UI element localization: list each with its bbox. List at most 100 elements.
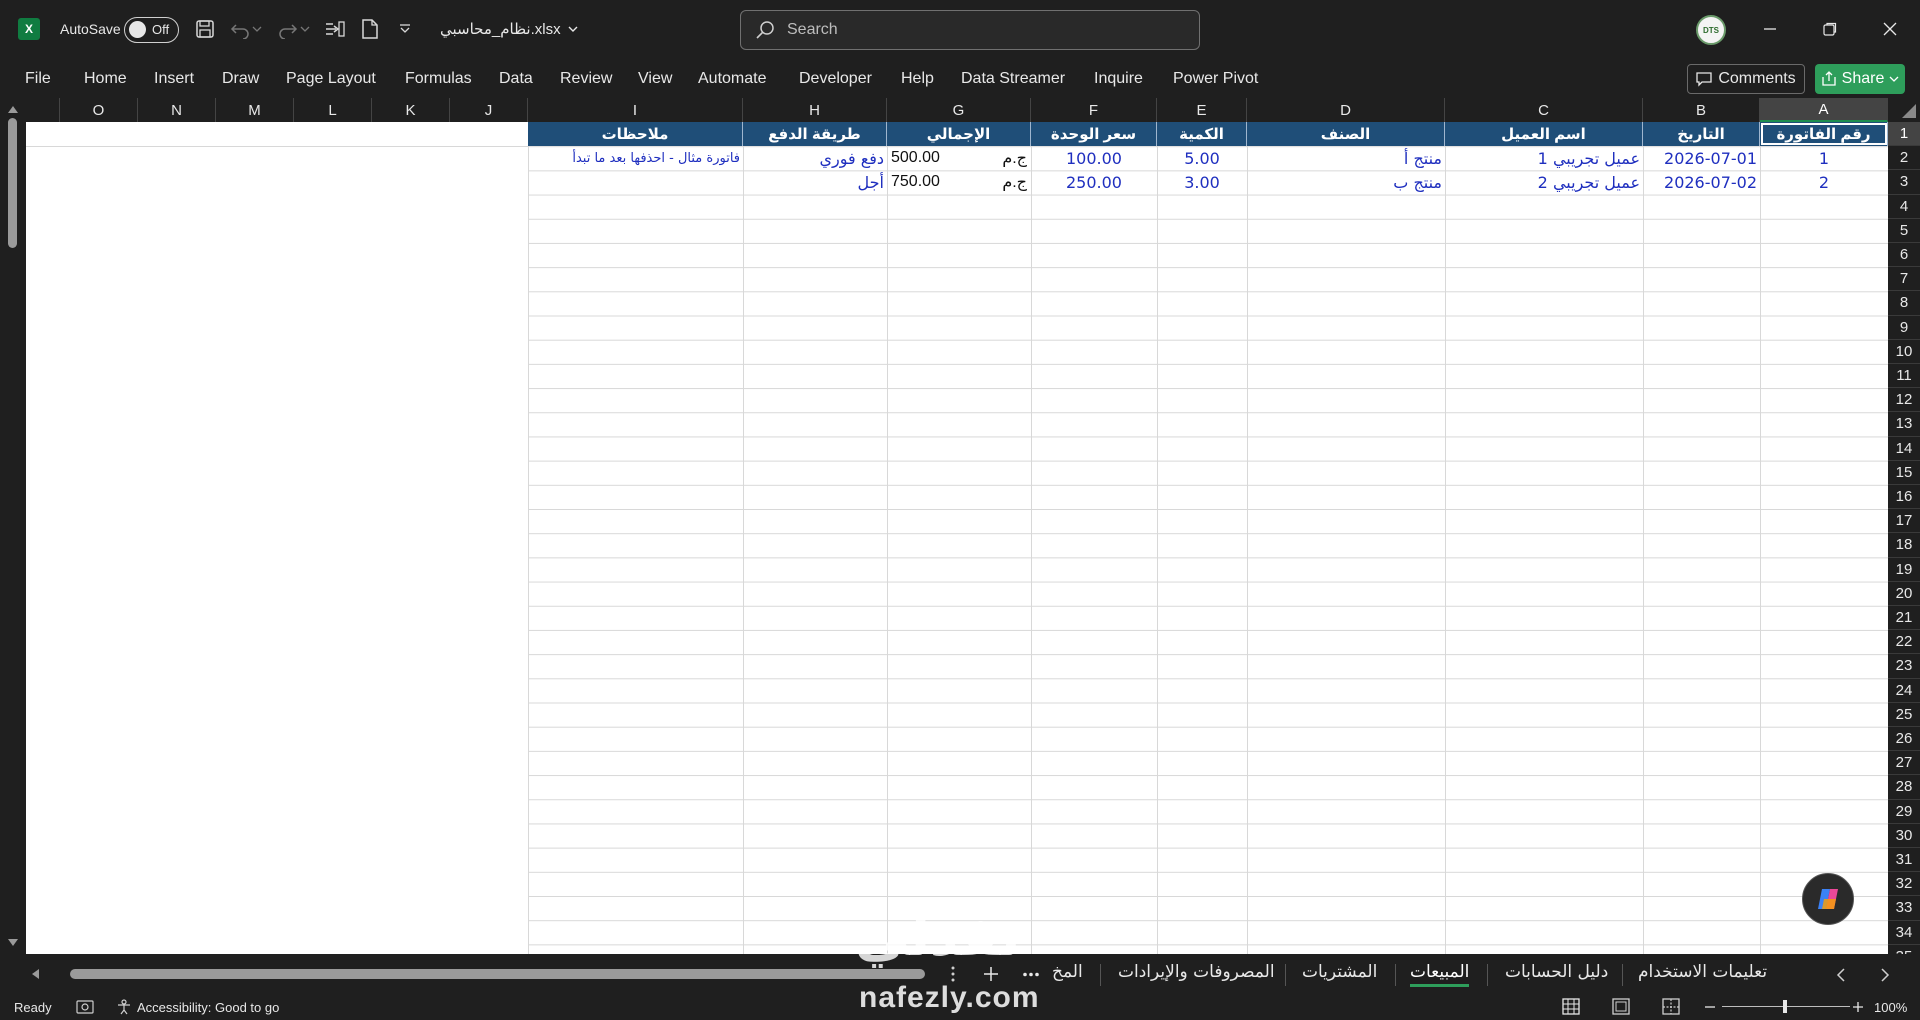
header-cell-customer-name[interactable]: اسم العميل: [1445, 122, 1643, 146]
close-icon[interactable]: [1875, 14, 1905, 44]
row-header[interactable]: 11: [1888, 364, 1920, 389]
row-header[interactable]: 17: [1888, 509, 1920, 534]
sheet-tab-expenses-revenues[interactable]: المصروفات والإيرادات: [1118, 962, 1275, 982]
cell-total-row-2[interactable]: 500.00 ج.م: [887, 146, 1031, 170]
row-header[interactable]: 19: [1888, 557, 1920, 582]
column-header-o[interactable]: O: [60, 98, 138, 122]
search-input[interactable]: Search: [740, 10, 1200, 50]
undo-dropdown-icon[interactable]: [250, 17, 264, 41]
row-header[interactable]: 23: [1888, 654, 1920, 679]
column-header-i[interactable]: I: [528, 98, 743, 122]
menu-developer[interactable]: Developer: [799, 70, 872, 88]
row-header[interactable]: 4: [1888, 194, 1920, 219]
comments-button[interactable]: Comments: [1687, 64, 1805, 94]
cell-date-row-2[interactable]: 2026-07-01: [1643, 146, 1760, 170]
row-header[interactable]: 21: [1888, 606, 1920, 631]
menu-data[interactable]: Data: [499, 70, 533, 88]
row-header[interactable]: 29: [1888, 799, 1920, 824]
row-header[interactable]: 33: [1888, 896, 1920, 921]
row-header[interactable]: 32: [1888, 872, 1920, 897]
zoom-slider-handle[interactable]: [1783, 1000, 1787, 1013]
row-header[interactable]: 9: [1888, 315, 1920, 340]
file-name[interactable]: نظام_محاسبي.xlsx: [440, 20, 579, 38]
row-header[interactable]: 26: [1888, 727, 1920, 752]
cell-quantity-row-3[interactable]: 3.00: [1157, 170, 1247, 194]
menu-help[interactable]: Help: [901, 70, 934, 88]
horizontal-scroll-thumb[interactable]: [70, 969, 925, 979]
column-header-b[interactable]: B: [1643, 98, 1760, 122]
minimize-icon[interactable]: [1755, 14, 1785, 44]
header-cell-unit-price[interactable]: سعر الوحدة: [1031, 122, 1157, 146]
row-header[interactable]: 18: [1888, 533, 1920, 558]
copilot-button[interactable]: [1802, 873, 1854, 925]
row-header[interactable]: 5: [1888, 218, 1920, 243]
restore-icon[interactable]: [1815, 14, 1845, 44]
cell-quantity-row-2[interactable]: 5.00: [1157, 146, 1247, 170]
row-header[interactable]: 16: [1888, 485, 1920, 510]
cell-item-row-3[interactable]: منتج ب: [1247, 170, 1445, 194]
column-header-m[interactable]: M: [216, 98, 294, 122]
menu-review[interactable]: Review: [560, 70, 612, 88]
row-header[interactable]: 13: [1888, 412, 1920, 437]
menu-draw[interactable]: Draw: [222, 70, 259, 88]
row-header[interactable]: 1: [1888, 122, 1920, 147]
sheet-tab-truncated[interactable]: المخ: [1052, 962, 1083, 982]
header-cell-date[interactable]: التاريخ: [1643, 122, 1760, 146]
redo-dropdown-icon[interactable]: [298, 17, 312, 41]
row-header[interactable]: 3: [1888, 170, 1920, 195]
menu-automate[interactable]: Automate: [698, 70, 766, 88]
cell-customer-row-3[interactable]: عميل تجريبي 2: [1445, 170, 1643, 194]
header-cell-payment-method[interactable]: طريقة الدفع: [743, 122, 887, 146]
row-header[interactable]: 31: [1888, 848, 1920, 873]
row-header[interactable]: 20: [1888, 581, 1920, 606]
row-header[interactable]: 2: [1888, 146, 1920, 171]
header-cell-quantity[interactable]: الكمية: [1157, 122, 1247, 146]
accessibility-status[interactable]: Accessibility: Good to go: [137, 1000, 279, 1015]
column-header-d[interactable]: D: [1247, 98, 1445, 122]
cell-notes-row-2[interactable]: فاتورة مثال - احذفها بعد ما تبدأ: [528, 146, 743, 170]
cell-total-row-3[interactable]: 750.00 ج.م: [887, 170, 1031, 194]
row-header[interactable]: 14: [1888, 436, 1920, 461]
sheet-tab-purchases[interactable]: المشتريات: [1302, 962, 1377, 982]
menu-inquire[interactable]: Inquire: [1094, 70, 1143, 88]
row-header[interactable]: 6: [1888, 243, 1920, 268]
column-header-k[interactable]: K: [372, 98, 450, 122]
column-header-e[interactable]: E: [1157, 98, 1247, 122]
menu-data-streamer[interactable]: Data Streamer: [961, 70, 1065, 88]
column-header-f[interactable]: F: [1031, 98, 1157, 122]
column-header-l[interactable]: L: [294, 98, 372, 122]
sheet-tab-instructions[interactable]: تعليمات الاستخدام: [1638, 962, 1767, 982]
vertical-scrollbar[interactable]: [0, 98, 26, 954]
cell-unit-price-row-3[interactable]: 250.00: [1031, 170, 1157, 194]
cell-date-row-3[interactable]: 2026-07-02: [1643, 170, 1760, 194]
menu-file[interactable]: File: [25, 70, 51, 88]
cell-customer-row-2[interactable]: عميل تجريبي 1: [1445, 146, 1643, 170]
row-header[interactable]: 28: [1888, 775, 1920, 800]
row-header[interactable]: 35: [1888, 944, 1920, 954]
column-header-g[interactable]: G: [887, 98, 1031, 122]
save-icon[interactable]: [193, 17, 217, 41]
menu-formulas[interactable]: Formulas: [405, 70, 472, 88]
new-file-icon[interactable]: [358, 17, 382, 41]
row-header[interactable]: 12: [1888, 388, 1920, 413]
column-header-a[interactable]: A: [1760, 98, 1888, 122]
menu-insert[interactable]: Insert: [154, 70, 194, 88]
cell-payment-row-2[interactable]: دفع فوري: [743, 146, 887, 170]
column-header-h[interactable]: H: [743, 98, 887, 122]
row-header[interactable]: 10: [1888, 339, 1920, 364]
empty-columns-area[interactable]: [26, 122, 528, 954]
share-button[interactable]: Share: [1815, 64, 1905, 94]
cell-unit-price-row-2[interactable]: 100.00: [1031, 146, 1157, 170]
menu-power-pivot[interactable]: Power Pivot: [1173, 70, 1258, 88]
menu-home[interactable]: Home: [84, 70, 127, 88]
header-cell-item[interactable]: الصنف: [1247, 122, 1445, 146]
column-header-n[interactable]: N: [138, 98, 216, 122]
row-header[interactable]: 15: [1888, 460, 1920, 485]
cell-payment-row-3[interactable]: أجل: [743, 170, 887, 194]
cell-notes-row-3[interactable]: [528, 170, 743, 194]
customize-toolbar-icon[interactable]: [393, 17, 417, 41]
row-header[interactable]: 7: [1888, 267, 1920, 292]
column-header-j[interactable]: J: [450, 98, 528, 122]
sheet-tab-chart-of-accounts[interactable]: دليل الحسابات: [1505, 962, 1608, 982]
row-header[interactable]: 34: [1888, 920, 1920, 945]
